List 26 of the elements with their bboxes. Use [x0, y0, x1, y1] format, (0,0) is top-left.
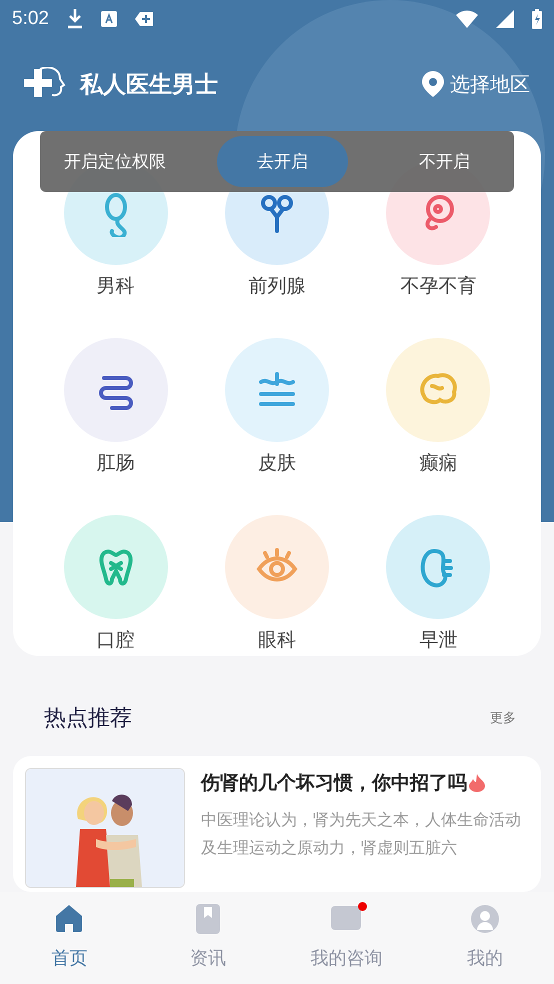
department-item[interactable]: 肛肠: [35, 338, 196, 506]
department-item[interactable]: 眼科: [196, 515, 358, 682]
article-summary: 中医理论认为，肾为先天之本，人体生命活动及生理运动之原动力，肾虚则五脏六: [201, 808, 522, 859]
article-title: 伤肾的几个坏习惯，你中招了吗: [201, 770, 529, 796]
wifi-icon: [456, 10, 478, 28]
department-item[interactable]: 皮肤: [196, 338, 358, 506]
section-title: 热点推荐: [44, 705, 132, 734]
decline-button[interactable]: 不开启: [399, 150, 490, 174]
download-icon: [66, 8, 83, 29]
keyboard-icon: [100, 10, 117, 27]
location-pin-icon: [422, 71, 444, 98]
tag-icon: [134, 12, 153, 26]
enable-button[interactable]: 去开启: [217, 136, 348, 188]
toast-message: 开启定位权限: [64, 151, 166, 174]
flame-icon: [469, 774, 485, 792]
department-item[interactable]: 癫痫: [358, 338, 519, 506]
article-card[interactable]: 伤肾的几个坏习惯，你中招了吗 中医理论认为，肾为先天之本，人体生命活动及生理运动之原动力，肾虚则五脏六: [13, 756, 541, 892]
department-item[interactable]: 早泄: [358, 515, 519, 682]
more-link[interactable]: 更多: [490, 709, 516, 728]
nav-tab[interactable]: 首页: [0, 892, 138, 984]
app-title: 私人医生男士: [80, 70, 218, 100]
department-item[interactable]: 口腔: [35, 515, 196, 682]
signal-icon: [496, 10, 514, 28]
location-button[interactable]: 选择地区: [422, 70, 530, 98]
status-time: 5:02: [12, 8, 49, 30]
battery-icon: [532, 8, 542, 29]
